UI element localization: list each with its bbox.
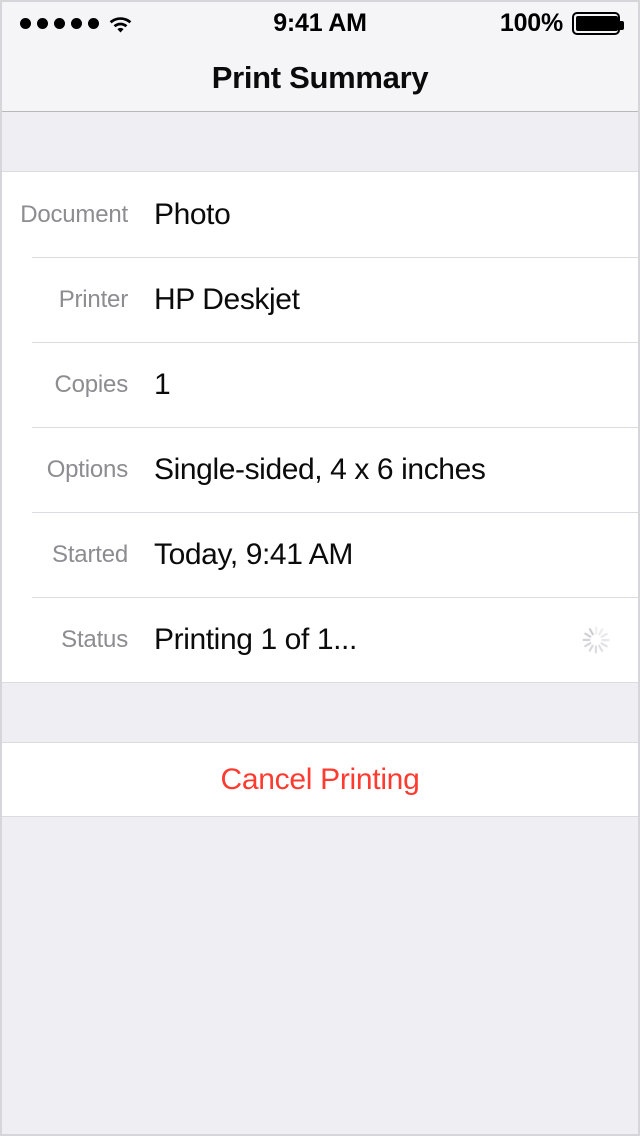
table-top-spacer (2, 112, 638, 171)
row-value: HP Deskjet (128, 283, 300, 317)
cancel-printing-button[interactable]: Cancel Printing (2, 742, 638, 817)
iphone-screen: 9:41 AM 100% Print Summary DocumentPhoto… (0, 0, 640, 1136)
table-section-spacer (2, 683, 638, 742)
table-row: StatusPrinting 1 of 1... (2, 597, 638, 682)
table-row: Copies1 (2, 342, 638, 427)
activity-spinner-icon (580, 597, 612, 682)
status-bar-right: 100% (500, 2, 620, 44)
navigation-bar: Print Summary (2, 44, 638, 112)
row-label: Printer (2, 286, 128, 314)
cancel-printing-label: Cancel Printing (221, 763, 420, 797)
table-row: PrinterHP Deskjet (2, 257, 638, 342)
row-value: Printing 1 of 1... (128, 623, 357, 657)
row-value: 1 (128, 368, 170, 402)
row-label: Status (2, 626, 128, 654)
print-summary-table: DocumentPhotoPrinterHP DeskjetCopies1Opt… (2, 171, 638, 683)
row-label: Options (2, 456, 128, 484)
table-row: OptionsSingle-sided, 4 x 6 inches (2, 427, 638, 512)
row-label: Document (2, 201, 128, 229)
row-value: Single-sided, 4 x 6 inches (128, 453, 485, 487)
table-row: DocumentPhoto (2, 172, 638, 257)
row-label: Started (2, 541, 128, 569)
table-row: StartedToday, 9:41 AM (2, 512, 638, 597)
status-bar: 9:41 AM 100% (2, 2, 638, 44)
table-bottom-spacer (2, 817, 638, 1136)
battery-icon (572, 12, 620, 35)
battery-percent-label: 100% (500, 9, 563, 38)
page-title: Print Summary (212, 60, 429, 96)
row-value: Photo (128, 198, 230, 232)
row-value: Today, 9:41 AM (128, 538, 353, 572)
row-label: Copies (2, 371, 128, 399)
